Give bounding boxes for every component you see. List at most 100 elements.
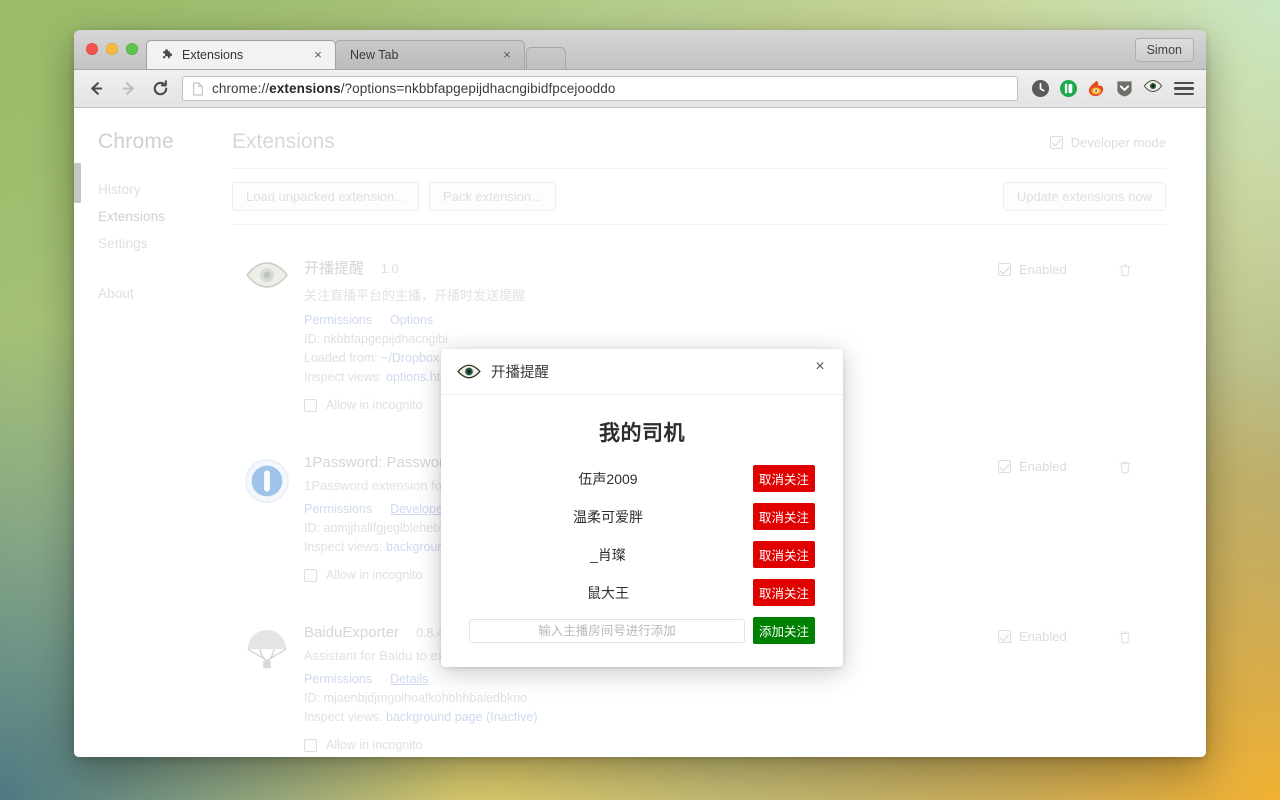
page-document-icon <box>192 82 204 96</box>
update-extensions-now-button[interactable]: Update extensions now <box>1002 182 1166 211</box>
trash-icon[interactable] <box>1117 262 1133 278</box>
extension-details-link[interactable]: Details <box>390 672 428 686</box>
address-bar-url: chrome://extensions/?options=nkbbfapgepi… <box>212 81 616 96</box>
extension-developer-link[interactable]: Developer <box>390 502 447 516</box>
extension-inspect-label: Inspect views: <box>304 710 383 724</box>
url-path: /?options=nkbbfapgepijdhacngibidfpcejood… <box>340 81 616 96</box>
extension-description: 关注直播平台的主播，开播时发送提醒 <box>304 288 526 303</box>
browser-window: Extensions × New Tab × Simon chrome://ex… <box>74 30 1206 757</box>
extension-inspect-label: Inspect views: <box>304 540 383 554</box>
extension-name: 1Password: Password <box>304 454 453 471</box>
follow-list-item: 温柔可爱胖 取消关注 <box>469 503 815 530</box>
url-scheme: chrome:// <box>212 81 270 96</box>
incognito-checkbox[interactable] <box>304 398 317 412</box>
enabled-checkbox[interactable] <box>998 460 1011 473</box>
unfollow-button[interactable]: 取消关注 <box>753 579 815 606</box>
tab-extensions[interactable]: Extensions × <box>146 40 336 69</box>
hamburger-menu-icon[interactable] <box>1174 79 1194 99</box>
trash-icon[interactable] <box>1117 629 1133 645</box>
incognito-label: Allow in incognito <box>326 738 423 752</box>
extension-loaded-from-label: Loaded from: <box>304 351 378 365</box>
extension-enabled-toggle[interactable]: Enabled <box>998 459 1067 474</box>
tab-title: Extensions <box>182 48 244 62</box>
enabled-label: Enabled <box>1019 262 1067 277</box>
streamer-name: 温柔可爱胖 <box>573 508 643 525</box>
extension-enabled-toggle[interactable]: Enabled <box>998 262 1067 277</box>
clock-icon[interactable] <box>1031 79 1050 98</box>
enabled-checkbox[interactable] <box>998 630 1011 643</box>
extension-loaded-from-value[interactable]: ~/Dropbox <box>381 351 439 365</box>
extension-permissions-link[interactable]: Permissions <box>304 502 372 516</box>
trash-icon[interactable] <box>1117 459 1133 475</box>
extension-name: BaiduExporter <box>304 624 400 641</box>
dialog-title: 开播提醒 <box>491 365 549 381</box>
maximize-window-button[interactable] <box>126 43 138 55</box>
address-bar[interactable]: chrome://extensions/?options=nkbbfapgepi… <box>182 76 1018 101</box>
eye-icon <box>457 364 481 379</box>
extension-id-value: mjaenbjdjmgolhoafkohbhhbaiedbkno <box>323 691 528 705</box>
url-host: extensions <box>269 81 341 96</box>
back-arrow-icon[interactable] <box>84 77 108 101</box>
extension-icon-area <box>1031 79 1196 99</box>
minimize-window-button[interactable] <box>106 43 118 55</box>
add-follow-row: 添加关注 <box>469 617 815 644</box>
weibo-icon[interactable] <box>1087 79 1106 98</box>
incognito-checkbox[interactable] <box>304 568 317 582</box>
enabled-checkbox[interactable] <box>998 263 1011 276</box>
developer-mode-toggle[interactable]: Developer mode <box>1049 134 1166 150</box>
follow-list-item: 伍声2009 取消关注 <box>469 465 815 492</box>
page-scrollbar-thumb[interactable] <box>74 163 81 203</box>
reload-icon[interactable] <box>148 77 172 101</box>
extension-controls: Enabled <box>998 624 1166 752</box>
close-icon[interactable]: × <box>811 358 829 376</box>
puzzle-icon <box>161 48 175 62</box>
pack-extension-button[interactable]: Pack extension... <box>429 182 557 211</box>
extension-controls: Enabled <box>998 454 1166 582</box>
forward-arrow-icon[interactable] <box>116 77 140 101</box>
streamer-name: 鼠大王 <box>587 584 629 601</box>
extension-inspect-value[interactable]: backgrour <box>386 540 442 554</box>
tab-bar: Extensions × New Tab × Simon <box>74 30 1206 70</box>
pocket-icon[interactable] <box>1059 79 1078 98</box>
load-unpacked-extension-button[interactable]: Load unpacked extension... <box>232 182 420 211</box>
unfollow-button[interactable]: 取消关注 <box>753 465 815 492</box>
eye-icon[interactable] <box>1143 79 1163 98</box>
sidebar-brand: Chrome <box>98 130 174 153</box>
extension-inspect-value[interactable]: background page (Inactive) <box>386 710 537 724</box>
sidebar-item-history[interactable]: History <box>98 176 232 203</box>
tab-new-tab[interactable]: New Tab × <box>335 40 525 69</box>
extension-permissions-link[interactable]: Permissions <box>304 313 372 327</box>
developer-mode-checkbox[interactable] <box>1049 135 1063 149</box>
profile-button[interactable]: Simon <box>1134 38 1194 62</box>
unfollow-button[interactable]: 取消关注 <box>753 541 815 568</box>
tab-close-icon[interactable]: × <box>500 48 514 62</box>
incognito-label: Allow in incognito <box>326 568 423 582</box>
extension-options-link[interactable]: Options <box>390 313 433 327</box>
dialog-heading: 我的司机 <box>599 422 685 445</box>
extensions-page: Chrome History Extensions Settings About… <box>74 108 1206 757</box>
room-id-input[interactable] <box>469 618 745 643</box>
tab-close-icon[interactable]: × <box>311 48 325 62</box>
developer-mode-label: Developer mode <box>1070 134 1166 150</box>
sidebar-item-extensions[interactable]: Extensions <box>98 203 232 230</box>
tab-strip: Extensions × New Tab × <box>146 40 566 69</box>
extension-inspect-label: Inspect views: <box>304 370 383 384</box>
extension-options-dialog: 开播提醒 × 我的司机 伍声2009 取消关注 温柔可爱胖 取消关注 _肖璨 取… <box>441 349 843 667</box>
extension-inspect-value[interactable]: options.ht <box>386 370 440 384</box>
new-tab-button[interactable] <box>526 47 566 69</box>
sidebar-item-about[interactable]: About <box>98 280 232 307</box>
tab-title: New Tab <box>350 48 399 62</box>
dialog-body: 我的司机 伍声2009 取消关注 温柔可爱胖 取消关注 _肖璨 取消关注 鼠大王… <box>441 395 843 667</box>
close-window-button[interactable] <box>86 43 98 55</box>
enabled-label: Enabled <box>1019 459 1067 474</box>
enabled-label: Enabled <box>1019 629 1067 644</box>
add-follow-button[interactable]: 添加关注 <box>753 617 815 644</box>
sidebar-item-settings[interactable]: Settings <box>98 230 232 257</box>
incognito-checkbox[interactable] <box>304 738 317 752</box>
extension-incognito-toggle[interactable]: Allow in incognito <box>304 738 998 752</box>
unfollow-button[interactable]: 取消关注 <box>753 503 815 530</box>
shield-chevron-icon[interactable] <box>1115 79 1134 98</box>
extensions-header: Extensions Developer mode <box>232 130 1166 168</box>
extension-permissions-link[interactable]: Permissions <box>304 672 372 686</box>
extension-enabled-toggle[interactable]: Enabled <box>998 629 1067 644</box>
